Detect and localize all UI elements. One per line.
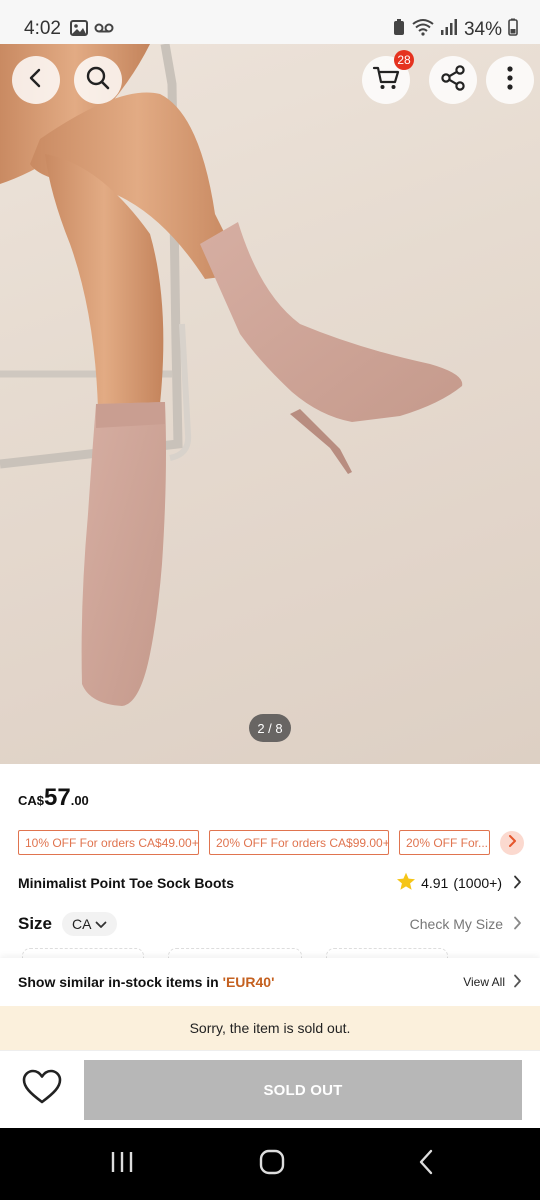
more-options-button[interactable] — [486, 56, 534, 104]
system-back-button[interactable] — [410, 1148, 442, 1180]
back-icon — [25, 67, 47, 94]
status-time: 4:02 — [24, 18, 61, 39]
size-label: Size — [18, 914, 53, 933]
image-icon — [70, 20, 88, 41]
cart-icon — [372, 65, 400, 96]
wishlist-button[interactable] — [20, 1069, 64, 1109]
status-right: 34% — [392, 18, 518, 42]
signal-icon — [440, 19, 458, 41]
home-button[interactable] — [256, 1148, 288, 1180]
size-region-value: CA — [72, 916, 92, 932]
price-currency: CA$ — [18, 793, 45, 808]
chevron-right-icon — [513, 916, 522, 933]
coupon-list: 10% OFF For orders CA$49.00+ 20% OFF For… — [18, 830, 524, 855]
search-icon — [85, 65, 111, 96]
sold-out-notice: Sorry, the item is sold out. — [0, 1006, 540, 1050]
chevron-right-icon — [513, 875, 522, 892]
heart-icon — [22, 1069, 62, 1110]
similar-items-bar[interactable]: Show similar in-stock items in 'EUR40' V… — [0, 958, 540, 1006]
battery-percent: 34% — [463, 19, 502, 40]
system-navigation-bar — [0, 1128, 540, 1200]
coupon-tag[interactable]: 20% OFF For orders CA$99.00+ — [209, 830, 389, 855]
check-my-size-label: Check My Size — [409, 916, 503, 932]
search-button[interactable] — [74, 56, 122, 104]
battery-saver-icon — [392, 18, 406, 42]
recent-apps-button[interactable] — [106, 1148, 138, 1180]
coupon-tag[interactable]: 10% OFF For orders CA$49.00+ — [18, 830, 199, 855]
size-row: Size CA Check My Size — [18, 912, 522, 936]
check-my-size-link[interactable]: Check My Size — [410, 916, 522, 933]
system-back-icon — [417, 1149, 435, 1180]
home-icon — [258, 1148, 286, 1181]
size-region-select[interactable]: CA — [62, 912, 118, 936]
cart-button[interactable]: 28 — [362, 50, 414, 104]
chevron-right-icon — [507, 834, 517, 852]
product-rating[interactable]: 4.91 (1000+) — [396, 872, 522, 894]
coupon-tag[interactable]: 20% OFF For... — [399, 830, 490, 855]
view-all-label: View All — [463, 975, 505, 989]
product-photo — [0, 44, 463, 706]
share-button[interactable] — [429, 56, 477, 104]
chevron-right-icon — [513, 974, 522, 991]
bottom-action-bar: SOLD OUT — [0, 1050, 540, 1129]
similar-items-prefix: Show similar in-stock items in — [18, 974, 223, 990]
rating-count: (1000+) — [453, 875, 502, 891]
similar-items-text: Show similar in-stock items in 'EUR40' — [18, 974, 274, 990]
size-left: Size CA — [18, 912, 118, 936]
sold-out-button[interactable]: SOLD OUT — [84, 1060, 522, 1120]
price-whole: 57 — [44, 784, 71, 811]
recent-apps-icon — [109, 1150, 135, 1179]
price: CA$ 57 .00 — [18, 784, 89, 812]
price-cents: .00 — [70, 793, 89, 808]
cart-count-badge: 28 — [394, 50, 414, 70]
share-icon — [439, 64, 467, 97]
voicemail-icon — [94, 20, 114, 41]
status-bar: 4:02 34% — [0, 0, 540, 44]
product-title-row: Minimalist Point Toe Sock Boots 4.91 (10… — [18, 872, 522, 894]
star-icon — [396, 872, 416, 894]
wifi-icon — [412, 18, 434, 42]
view-all-link[interactable]: View All — [463, 974, 522, 991]
coupon-more-button[interactable] — [500, 830, 524, 855]
chevron-down-icon — [95, 916, 107, 932]
rating-value: 4.91 — [421, 875, 449, 891]
status-left-icons — [70, 20, 114, 41]
image-counter: 2 / 8 — [249, 714, 291, 742]
product-title: Minimalist Point Toe Sock Boots — [18, 875, 234, 891]
back-button[interactable] — [12, 56, 60, 104]
more-icon — [506, 65, 514, 96]
similar-size-highlight: 'EUR40' — [222, 974, 275, 990]
battery-icon — [508, 18, 518, 42]
product-image-gallery[interactable]: 28 2 / 8 — [0, 44, 540, 764]
